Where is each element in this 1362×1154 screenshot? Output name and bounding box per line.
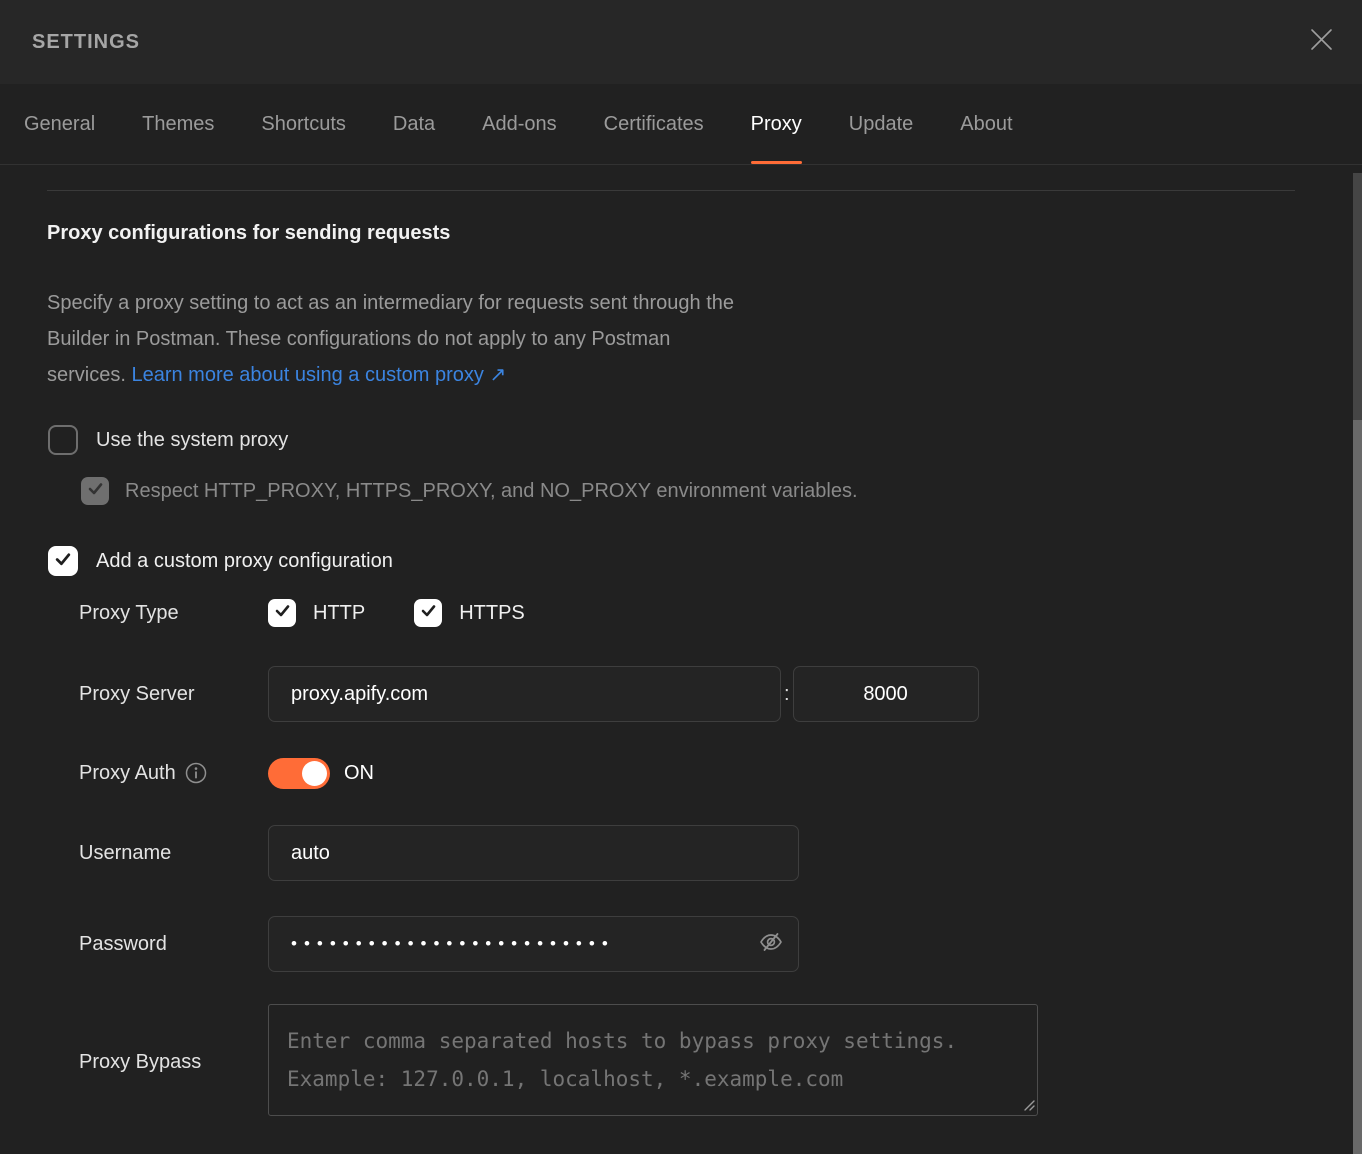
tab-about[interactable]: About — [960, 84, 1012, 164]
username-input[interactable] — [268, 825, 799, 881]
section-description: Specify a proxy setting to act as an int… — [47, 285, 1362, 393]
password-label: Password — [47, 933, 268, 956]
close-button[interactable] — [1308, 29, 1334, 55]
description-line-3-prefix: services. — [47, 364, 126, 386]
http-checkbox[interactable] — [268, 599, 296, 627]
checkmark-icon — [87, 480, 104, 502]
scrollbar-thumb[interactable] — [1353, 420, 1362, 1154]
checkmark-icon — [54, 550, 72, 573]
https-checkbox[interactable] — [414, 599, 442, 627]
content-divider — [47, 190, 1295, 191]
section-heading: Proxy configurations for sending request… — [47, 222, 1362, 245]
password-field-wrap — [268, 916, 799, 972]
password-row: Password — [47, 916, 1362, 972]
dialog-header: SETTINGS — [0, 0, 1362, 84]
toggle-password-visibility-button[interactable] — [757, 930, 785, 958]
close-icon — [1310, 28, 1333, 56]
host-port-separator: : — [784, 683, 790, 706]
tab-add-ons[interactable]: Add-ons — [482, 84, 557, 164]
tab-themes[interactable]: Themes — [142, 84, 214, 164]
tab-general[interactable]: General — [24, 84, 95, 164]
custom-proxy-label: Add a custom proxy configuration — [96, 550, 393, 573]
toggle-knob — [302, 761, 327, 786]
username-row: Username — [47, 825, 1362, 881]
system-proxy-checkbox[interactable] — [48, 425, 78, 455]
proxy-bypass-field-wrap — [268, 1004, 1038, 1121]
password-input[interactable] — [268, 916, 799, 972]
toggle-state-label: ON — [344, 762, 374, 785]
username-label: Username — [47, 842, 268, 865]
proxy-bypass-textarea[interactable] — [268, 1004, 1038, 1116]
dialog-title: SETTINGS — [32, 31, 140, 54]
info-icon[interactable] — [185, 762, 207, 784]
tab-shortcuts[interactable]: Shortcuts — [261, 84, 345, 164]
proxy-type-http-option: HTTP — [268, 599, 365, 627]
respect-env-label: Respect HTTP_PROXY, HTTPS_PROXY, and NO_… — [125, 480, 858, 503]
description-line-1: Specify a proxy setting to act as an int… — [47, 285, 1362, 321]
tab-certificates[interactable]: Certificates — [604, 84, 704, 164]
http-label: HTTP — [313, 602, 365, 625]
resize-handle-icon[interactable] — [1022, 1098, 1035, 1116]
proxy-server-label: Proxy Server — [47, 683, 268, 706]
checkmark-icon — [274, 602, 291, 624]
respect-env-checkbox — [81, 477, 109, 505]
tab-proxy[interactable]: Proxy — [751, 84, 802, 164]
system-proxy-label: Use the system proxy — [96, 429, 288, 452]
https-label: HTTPS — [459, 602, 525, 625]
proxy-auth-label-wrap: Proxy Auth — [47, 762, 268, 785]
custom-proxy-row: Add a custom proxy configuration — [48, 546, 1362, 576]
scrollbar-track[interactable] — [1353, 173, 1362, 420]
eye-off-icon — [757, 928, 785, 961]
description-line-3: services. Learn more about using a custo… — [47, 357, 1362, 393]
checkmark-icon — [420, 602, 437, 624]
system-proxy-row: Use the system proxy — [48, 425, 1362, 455]
proxy-settings-panel: Proxy configurations for sending request… — [0, 190, 1362, 1121]
proxy-bypass-label: Proxy Bypass — [47, 1051, 268, 1074]
proxy-host-input[interactable] — [268, 666, 781, 722]
proxy-auth-label: Proxy Auth — [79, 762, 176, 785]
tab-update[interactable]: Update — [849, 84, 914, 164]
proxy-port-input[interactable] — [793, 666, 979, 722]
description-line-2: Builder in Postman. These configurations… — [47, 321, 1362, 357]
learn-more-link[interactable]: Learn more about using a custom proxy ↗ — [131, 364, 506, 386]
proxy-type-row: Proxy Type HTTP HTTPS — [47, 598, 1362, 628]
custom-proxy-checkbox[interactable] — [48, 546, 78, 576]
proxy-auth-row: Proxy Auth ON — [47, 757, 1362, 789]
proxy-type-https-option: HTTPS — [414, 599, 525, 627]
proxy-server-row: Proxy Server : — [47, 666, 1362, 722]
proxy-bypass-row: Proxy Bypass — [47, 1004, 1362, 1121]
respect-env-row: Respect HTTP_PROXY, HTTPS_PROXY, and NO_… — [81, 477, 1362, 505]
proxy-type-label: Proxy Type — [47, 602, 268, 625]
settings-tabbar: General Themes Shortcuts Data Add-ons Ce… — [0, 84, 1362, 165]
tab-data[interactable]: Data — [393, 84, 435, 164]
proxy-auth-toggle[interactable] — [268, 758, 330, 789]
